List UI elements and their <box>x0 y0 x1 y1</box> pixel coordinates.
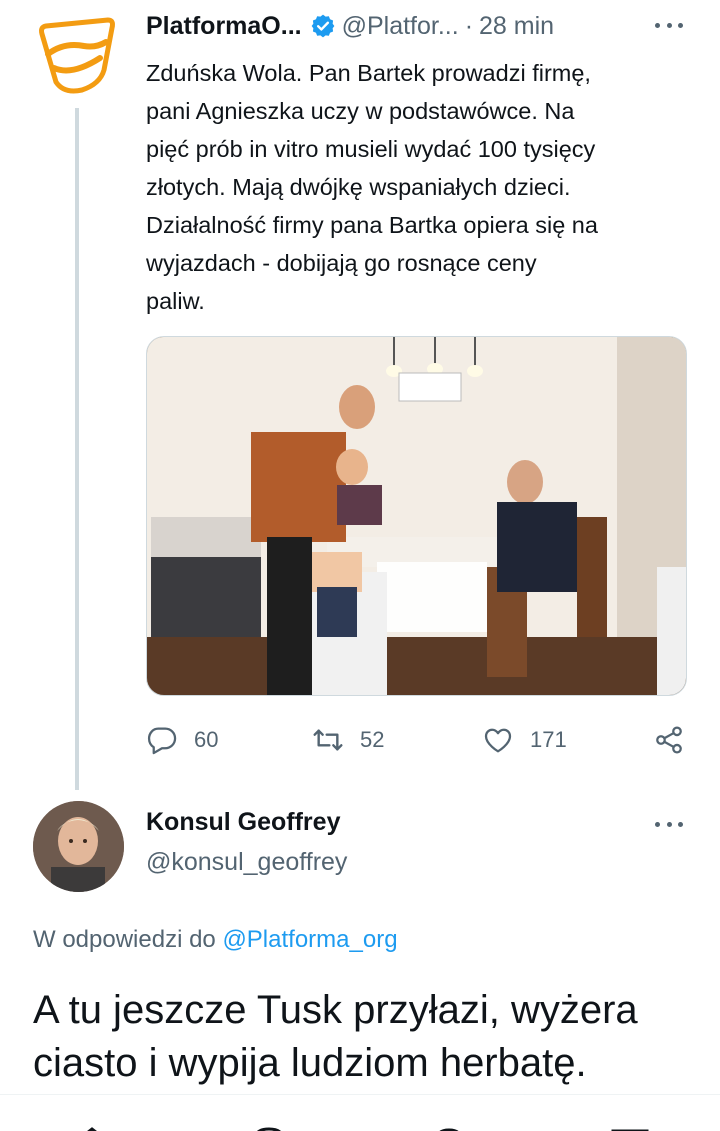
konsul-avatar[interactable] <box>33 801 124 892</box>
reply-button[interactable]: 60 <box>146 718 218 762</box>
home-icon[interactable] <box>74 1121 110 1131</box>
replying-mention-link[interactable]: @Platforma_org <box>222 926 397 953</box>
like-button[interactable]: 171 <box>482 718 567 762</box>
bottom-navigation-bar <box>0 1094 720 1131</box>
separator-dot: · <box>464 11 474 40</box>
reply-text: A tu jeszcze Tusk przyłazi, wyżera ciast… <box>33 988 638 1085</box>
share-button[interactable] <box>653 718 685 762</box>
thread-connector-line <box>75 108 79 790</box>
replying-to: W odpowiedzi do @Platforma_org <box>33 926 398 954</box>
heart-icon <box>484 728 512 753</box>
tweet-text: Zduńska Wola. Pan Bartek prowadzi firmę,… <box>146 60 598 314</box>
share-icon <box>656 726 682 754</box>
tweet-header: PlatformaO... @Platfor... · 28 min <box>146 10 686 42</box>
reply-tweet[interactable]: Konsul Geoffrey @konsul_geoffrey W odpow… <box>0 790 720 1131</box>
retweet-count: 52 <box>360 727 385 752</box>
speech-bubble-icon <box>147 727 177 755</box>
verified-badge-icon <box>311 14 334 38</box>
more-dots-icon[interactable] <box>652 10 686 40</box>
retweet-button[interactable]: 52 <box>312 718 384 762</box>
tweet-platforma[interactable]: PlatformaO... @Platfor... · 28 min Zduńs… <box>0 0 720 790</box>
more-dots-icon[interactable] <box>652 812 686 836</box>
spaces-icon[interactable] <box>432 1121 466 1131</box>
tweet-actions: 60 52 171 <box>146 718 691 762</box>
like-count: 171 <box>530 727 567 752</box>
reply-author-name[interactable]: Konsul Geoffrey <box>146 808 340 837</box>
author-handle[interactable]: @Platfor... <box>342 12 459 41</box>
search-icon[interactable] <box>252 1121 286 1131</box>
author-name[interactable]: PlatformaO... <box>146 12 302 41</box>
platforma-logo-avatar[interactable] <box>34 12 120 98</box>
reply-author-handle[interactable]: @konsul_geoffrey <box>146 848 347 877</box>
tweet-timestamp[interactable]: 28 min <box>479 12 554 41</box>
messages-icon[interactable] <box>610 1121 650 1131</box>
replying-prefix: W odpowiedzi do <box>33 926 216 953</box>
reply-count: 60 <box>194 727 219 752</box>
tweet-photo[interactable] <box>146 336 687 696</box>
retweet-icon <box>313 729 343 751</box>
